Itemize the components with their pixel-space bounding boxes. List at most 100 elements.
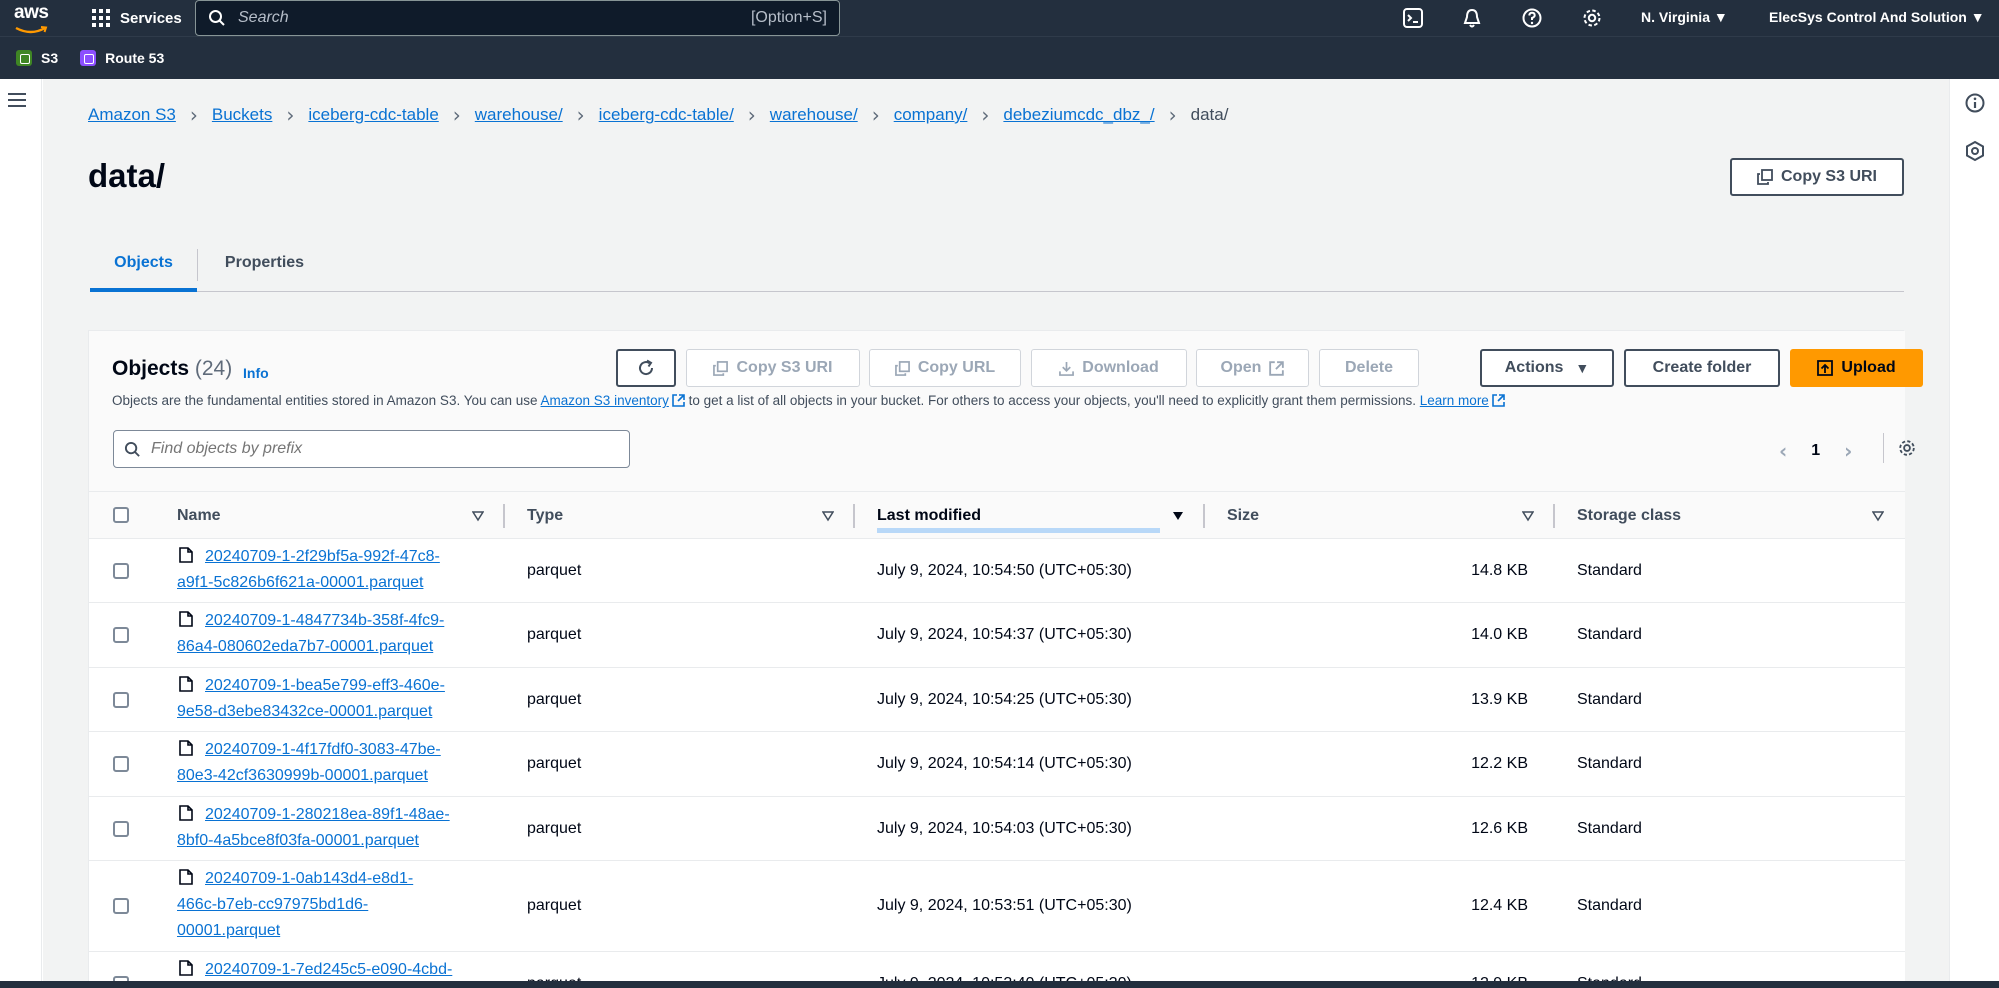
row-checkbox[interactable] bbox=[113, 821, 129, 837]
object-link[interactable]: 20240709-1-2f29bf5a-992f-47c8- a9f1-5c826… bbox=[177, 548, 440, 591]
global-search-input[interactable]: Search [Option+S] bbox=[195, 0, 840, 36]
object-name-part: 20240709-1-7ed245c5-e090-4cbd- bbox=[205, 961, 453, 978]
object-link[interactable]: 20240709-1-4f17fdf0-3083-47be- 80e3-42cf3… bbox=[177, 741, 441, 784]
create-folder-button[interactable]: Create folder bbox=[1624, 349, 1780, 387]
region-selector[interactable]: N. Virginia ▼ bbox=[1641, 9, 1728, 25]
sort-icon[interactable] bbox=[1522, 510, 1534, 522]
upload-label: Upload bbox=[1841, 359, 1896, 376]
menu-hamburger-icon[interactable] bbox=[8, 93, 26, 107]
tab-objects[interactable]: Objects bbox=[90, 237, 197, 292]
object-link[interactable]: 20240709-1-0ab143d4-e8d1- 466c-b7eb-cc979… bbox=[177, 870, 413, 939]
column-header-name[interactable]: Name bbox=[177, 492, 221, 540]
learn-more-link[interactable]: Learn more bbox=[1420, 393, 1489, 408]
info-link[interactable]: Info bbox=[243, 365, 269, 381]
notifications-bell-icon[interactable] bbox=[1461, 7, 1483, 29]
copy-s3-uri-toolbar-button[interactable]: Copy S3 URI bbox=[686, 349, 860, 387]
breadcrumb-folder[interactable]: company/ bbox=[894, 105, 968, 125]
services-menu-button[interactable]: Services bbox=[92, 8, 182, 28]
page-title: data/ bbox=[88, 157, 166, 194]
table-row[interactable]: 20240709-1-4847734b-358f-4fc9- 86a4-08060… bbox=[89, 603, 1905, 668]
s3-inventory-link[interactable]: Amazon S3 inventory bbox=[541, 393, 669, 408]
cloudshell-icon[interactable] bbox=[1402, 7, 1424, 29]
sort-icon[interactable] bbox=[1872, 510, 1884, 522]
object-link[interactable]: 20240709-1-280218ea-89f1-48ae- 8bf0-4a5bc… bbox=[177, 806, 450, 849]
actions-dropdown[interactable]: Actions ▼ bbox=[1480, 349, 1614, 387]
object-type: parquet bbox=[527, 820, 582, 837]
favorite-label: Route 53 bbox=[105, 50, 165, 66]
object-name-part: 20240709-1-280218ea-89f1-48ae- bbox=[205, 806, 450, 823]
sort-icon[interactable] bbox=[822, 510, 834, 522]
search-icon bbox=[124, 441, 140, 457]
column-header-storage-class[interactable]: Storage class bbox=[1577, 492, 1681, 540]
breadcrumb-folder[interactable]: warehouse/ bbox=[475, 105, 563, 125]
right-rail bbox=[1949, 79, 1999, 988]
breadcrumb-folder[interactable]: debeziumcdc_dbz_/ bbox=[1003, 105, 1154, 125]
object-type: parquet bbox=[527, 562, 582, 579]
table-row[interactable]: 20240709-1-bea5e799-eff3-460e- 9e58-d3ebe… bbox=[89, 668, 1905, 732]
refresh-button[interactable] bbox=[616, 349, 676, 387]
select-all-checkbox[interactable] bbox=[113, 507, 129, 523]
object-link[interactable]: 20240709-1-7ed245c5-e090-4cbd- bbox=[205, 961, 452, 978]
amazon-q-icon[interactable] bbox=[1964, 140, 1986, 162]
help-icon[interactable] bbox=[1521, 7, 1543, 29]
breadcrumb-amazon-s3[interactable]: Amazon S3 bbox=[88, 105, 176, 125]
download-label: Download bbox=[1082, 359, 1159, 376]
file-icon bbox=[179, 805, 193, 821]
table-row[interactable]: 20240709-1-4f17fdf0-3083-47be- 80e3-42cf3… bbox=[89, 732, 1905, 797]
sort-icon[interactable] bbox=[472, 510, 484, 522]
find-objects-search[interactable] bbox=[113, 430, 630, 468]
objects-count: (24) bbox=[194, 357, 233, 380]
account-menu[interactable]: ElecSys Control And Solution ▼ bbox=[1769, 9, 1985, 25]
favorite-route53[interactable]: Route 53 bbox=[80, 50, 164, 66]
object-size: 12.4 KB bbox=[1471, 897, 1528, 914]
table-header: Name Type Last modified Size Storage cla… bbox=[89, 491, 1905, 539]
table-preferences-gear-icon[interactable] bbox=[1897, 438, 1917, 458]
object-link[interactable]: 20240709-1-4847734b-358f-4fc9- 86a4-08060… bbox=[177, 612, 444, 655]
column-header-size[interactable]: Size bbox=[1227, 492, 1259, 540]
download-button[interactable]: Download bbox=[1031, 349, 1187, 387]
find-objects-input[interactable] bbox=[151, 440, 591, 458]
route53-service-icon bbox=[80, 50, 97, 66]
info-panel-icon[interactable] bbox=[1964, 92, 1986, 114]
row-checkbox[interactable] bbox=[113, 692, 129, 708]
table-row[interactable]: 20240709-1-280218ea-89f1-48ae- 8bf0-4a5bc… bbox=[89, 797, 1905, 861]
favorite-s3[interactable]: S3 bbox=[16, 50, 58, 66]
open-button[interactable]: Open bbox=[1196, 349, 1309, 387]
settings-gear-icon[interactable] bbox=[1581, 7, 1603, 29]
previous-page-icon[interactable]: ‹ bbox=[1779, 439, 1787, 463]
row-checkbox[interactable] bbox=[113, 627, 129, 643]
delete-button[interactable]: Delete bbox=[1319, 349, 1419, 387]
column-header-type[interactable]: Type bbox=[527, 492, 563, 540]
caret-down-icon: ▼ bbox=[1575, 360, 1590, 376]
objects-title: Objects (24) bbox=[112, 357, 232, 381]
file-icon bbox=[179, 869, 193, 885]
copy-s3-uri-button[interactable]: Copy S3 URI bbox=[1730, 158, 1904, 196]
table-row[interactable]: 20240709-1-2f29bf5a-992f-47c8- a9f1-5c826… bbox=[89, 539, 1905, 603]
sort-descending-icon[interactable] bbox=[1172, 510, 1184, 522]
object-last-modified: July 9, 2024, 10:53:51 (UTC+05:30) bbox=[877, 897, 1132, 914]
open-label: Open bbox=[1220, 359, 1262, 376]
row-checkbox[interactable] bbox=[113, 756, 129, 772]
object-type: parquet bbox=[527, 691, 582, 708]
objects-header: Objects (24) Info Objects are the fundam… bbox=[89, 331, 1923, 491]
current-page-number[interactable]: 1 bbox=[1811, 442, 1820, 460]
copy-url-button[interactable]: Copy URL bbox=[869, 349, 1021, 387]
breadcrumb-folder[interactable]: warehouse/ bbox=[770, 105, 858, 125]
breadcrumb-buckets[interactable]: Buckets bbox=[212, 105, 272, 125]
external-link-icon bbox=[672, 394, 685, 407]
next-page-icon[interactable]: › bbox=[1844, 439, 1852, 463]
upload-button[interactable]: Upload bbox=[1790, 349, 1923, 387]
object-link[interactable]: 20240709-1-bea5e799-eff3-460e- 9e58-d3ebe… bbox=[177, 677, 445, 720]
favorite-label: S3 bbox=[41, 50, 59, 66]
breadcrumb-folder[interactable]: iceberg-cdc-table/ bbox=[599, 105, 734, 125]
chevron-right-icon: › bbox=[981, 102, 990, 127]
object-name-cell: 20240709-1-bea5e799-eff3-460e- 9e58-d3ebe… bbox=[177, 673, 477, 725]
tab-properties[interactable]: Properties bbox=[197, 237, 332, 292]
breadcrumb: Amazon S3 › Buckets › iceberg-cdc-table › w… bbox=[88, 105, 1228, 125]
aws-logo[interactable]: aws bbox=[14, 3, 54, 34]
table-row[interactable]: 20240709-1-0ab143d4-e8d1- 466c-b7eb-cc979… bbox=[89, 861, 1905, 952]
breadcrumb-bucket[interactable]: iceberg-cdc-table bbox=[308, 105, 438, 125]
row-checkbox[interactable] bbox=[113, 563, 129, 579]
column-divider bbox=[1203, 504, 1205, 528]
row-checkbox[interactable] bbox=[113, 898, 129, 914]
